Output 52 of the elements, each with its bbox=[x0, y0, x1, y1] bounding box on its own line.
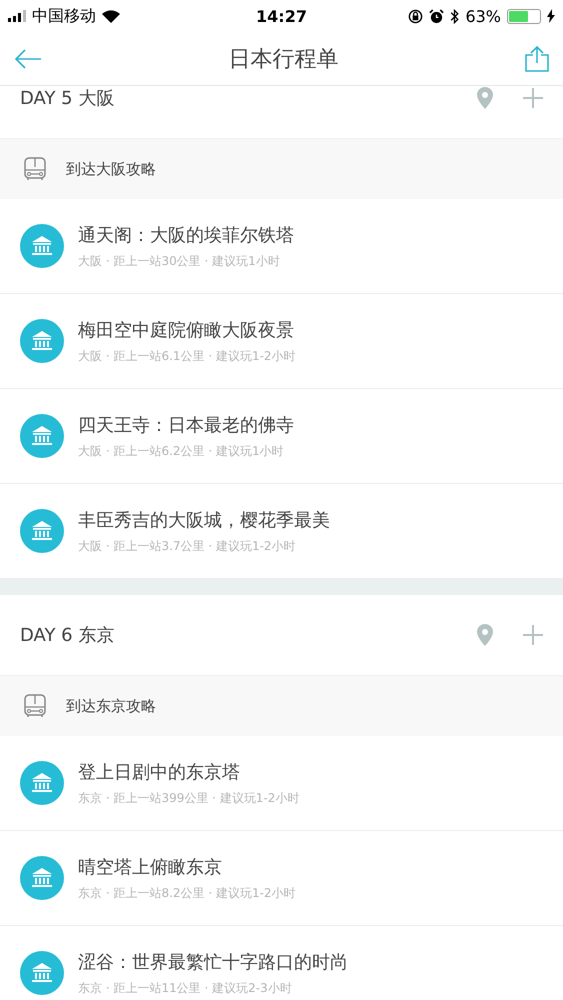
place-name: 登上日剧中的东京塔 bbox=[78, 760, 241, 784]
place-meta: 东京 · 距上一站11公里 · 建议玩2-3小时 bbox=[78, 980, 293, 996]
place-meta: 大阪 · 距上一站30公里 · 建议玩1小时 bbox=[78, 252, 281, 270]
share-button[interactable] bbox=[525, 46, 549, 72]
bus-icon bbox=[24, 157, 46, 181]
place-meta: 大阪 · 距上一站6.2公里 · 建议玩1小时 bbox=[78, 442, 285, 460]
place-name: 丰臣秀吉的大阪城，樱花季最美 bbox=[78, 508, 330, 532]
add-icon[interactable] bbox=[523, 88, 543, 108]
battery-percent: 63% bbox=[465, 6, 501, 26]
place-row[interactable]: 四天王寺：日本最老的佛寺 大阪 · 距上一站6.2公里 · 建议玩1小时 bbox=[0, 389, 563, 484]
carrier-name: 中国移动 bbox=[32, 6, 96, 26]
place-name: 梅田空中庭院俯瞰大阪夜景 bbox=[78, 318, 295, 342]
museum-icon bbox=[30, 235, 54, 257]
alarm-icon bbox=[429, 8, 444, 24]
location-pin-icon[interactable] bbox=[477, 87, 493, 109]
rotation-lock-icon bbox=[408, 8, 424, 24]
guide-label: 到达大阪攻略 bbox=[66, 160, 156, 178]
place-row[interactable]: 晴空塔上俯瞰东京 东京 · 距上一站8.2公里 · 建议玩1-2小时 bbox=[0, 831, 563, 926]
museum-icon bbox=[30, 330, 54, 352]
guide-label: 到达东京攻略 bbox=[66, 696, 156, 716]
nav-title: 日本行程单 bbox=[228, 46, 338, 74]
signal-icon bbox=[8, 10, 26, 22]
place-meta: 东京 · 距上一站399公里 · 建议玩1-2小时 bbox=[78, 790, 300, 806]
place-row[interactable]: 登上日剧中的东京塔 东京 · 距上一站399公里 · 建议玩1-2小时 bbox=[0, 736, 563, 831]
wifi-icon bbox=[102, 10, 120, 22]
back-button[interactable] bbox=[14, 48, 42, 68]
place-name: 涩谷：世界最繁忙十字路口的时尚 bbox=[78, 950, 348, 974]
place-meta: 大阪 · 距上一站3.7公里 · 建议玩1-2小时 bbox=[78, 538, 297, 554]
charging-icon bbox=[547, 9, 555, 23]
place-meta: 大阪 · 距上一站6.1公里 · 建议玩1-2小时 bbox=[78, 348, 296, 364]
museum-icon bbox=[30, 962, 54, 984]
clock-time: 14:27 bbox=[256, 6, 307, 26]
museum-icon bbox=[30, 425, 54, 447]
guide-row[interactable]: 到达大阪攻略 bbox=[0, 138, 563, 199]
add-icon[interactable] bbox=[523, 625, 543, 645]
bluetooth-icon bbox=[450, 8, 460, 24]
guide-row[interactable]: 到达东京攻略 bbox=[0, 675, 563, 736]
place-row[interactable]: 通天阁：大阪的埃菲尔铁塔 大阪 · 距上一站30公里 · 建议玩1小时 bbox=[0, 199, 563, 294]
battery-icon bbox=[507, 8, 541, 24]
place-row[interactable]: 梅田空中庭院俯瞰大阪夜景 大阪 · 距上一站6.1公里 · 建议玩1-2小时 bbox=[0, 294, 563, 389]
place-name: 通天阁：大阪的埃菲尔铁塔 bbox=[78, 224, 294, 246]
museum-icon bbox=[30, 867, 54, 889]
museum-icon bbox=[30, 520, 54, 542]
bus-icon bbox=[24, 694, 46, 718]
day-title: DAY 5 大阪 bbox=[20, 87, 116, 110]
location-pin-icon[interactable] bbox=[477, 624, 493, 646]
museum-icon bbox=[30, 772, 54, 794]
place-meta: 东京 · 距上一站8.2公里 · 建议玩1-2小时 bbox=[78, 884, 296, 902]
place-row[interactable]: 涩谷：世界最繁忙十字路口的时尚 东京 · 距上一站11公里 · 建议玩2-3小时 bbox=[0, 926, 563, 1000]
place-name: 晴空塔上俯瞰东京 bbox=[78, 856, 223, 878]
day-title: DAY 6 东京 bbox=[20, 624, 116, 647]
place-name: 四天王寺：日本最老的佛寺 bbox=[78, 414, 294, 436]
